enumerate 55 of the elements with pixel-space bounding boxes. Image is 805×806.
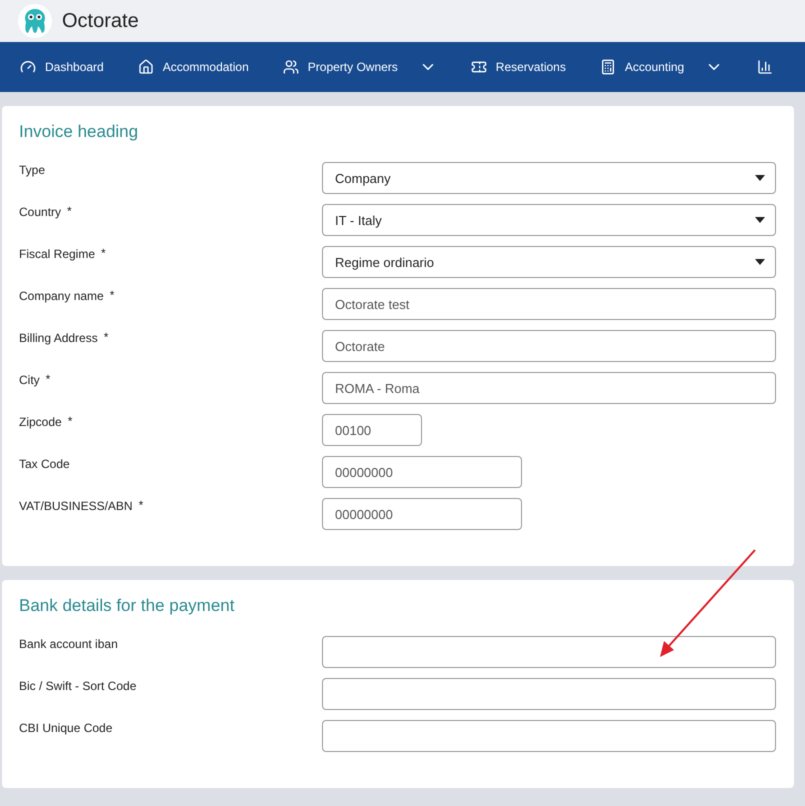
select-field[interactable]: Company: [322, 162, 776, 194]
input-field[interactable]: Octorate: [322, 330, 776, 362]
required-mark: *: [46, 372, 50, 387]
caret-icon: [755, 259, 765, 265]
nav-item[interactable]: [757, 59, 774, 75]
caret-icon: [755, 217, 765, 223]
required-mark: *: [104, 330, 108, 345]
input-field[interactable]: 00100: [322, 414, 422, 446]
section-title: Invoice heading: [19, 122, 140, 142]
field-label: Bic / Swift - Sort Code: [19, 678, 136, 693]
field-label: Country: [19, 204, 62, 219]
input-field[interactable]: Octorate test: [322, 288, 776, 320]
required-mark: *: [110, 288, 114, 303]
field-label: Billing Address: [19, 330, 98, 345]
field-label: Zipcode: [19, 414, 62, 429]
required-mark: *: [68, 414, 72, 429]
app-title: Octorate: [62, 10, 139, 32]
nav-item[interactable]: Reservations: [470, 59, 566, 75]
bar-chart-icon: [757, 59, 774, 75]
field-label: Type: [19, 162, 46, 177]
nav-label: Property Owners: [308, 60, 398, 74]
calculator-icon: [600, 59, 616, 75]
nav-label: Accommodation: [162, 60, 249, 74]
select-field[interactable]: IT - Italy: [322, 204, 776, 236]
nav-item[interactable]: Accounting: [600, 58, 724, 76]
caret-icon: [755, 175, 765, 181]
required-mark: *: [101, 246, 106, 261]
nav-item[interactable]: Property Owners: [282, 58, 437, 76]
field-label: City: [19, 372, 40, 387]
input-field[interactable]: [322, 720, 776, 752]
field-label: VAT/BUSINESS/ABN: [19, 498, 133, 513]
input-field[interactable]: 00000000: [322, 456, 522, 488]
home-icon: [138, 59, 154, 75]
required-mark: *: [67, 204, 72, 219]
nav-label: Accounting: [624, 60, 684, 74]
input-field[interactable]: [322, 636, 776, 668]
nav-label: Dashboard: [45, 60, 104, 74]
octopus-logo: [18, 4, 52, 38]
field-label: Company name: [19, 288, 104, 303]
required-mark: *: [138, 498, 144, 513]
users-icon: [282, 59, 299, 75]
field-label: Fiscal Regime: [19, 246, 96, 261]
nav-label: Reservations: [496, 60, 566, 74]
input-field[interactable]: [322, 678, 776, 710]
field-label: Tax Code: [19, 456, 70, 471]
field-label: CBI Unique Code: [19, 720, 112, 735]
ticket-icon: [470, 59, 487, 75]
input-field[interactable]: 00000000: [322, 498, 522, 530]
field-label: Bank account iban: [19, 636, 118, 651]
section-title: Bank details for the payment: [19, 596, 236, 616]
nav-item[interactable]: Dashboard: [20, 59, 104, 75]
select-field[interactable]: Regime ordinario: [322, 246, 776, 278]
nav-item[interactable]: Accommodation: [138, 59, 249, 75]
gauge-icon: [20, 59, 36, 75]
input-field[interactable]: ROMA - Roma: [322, 372, 776, 404]
